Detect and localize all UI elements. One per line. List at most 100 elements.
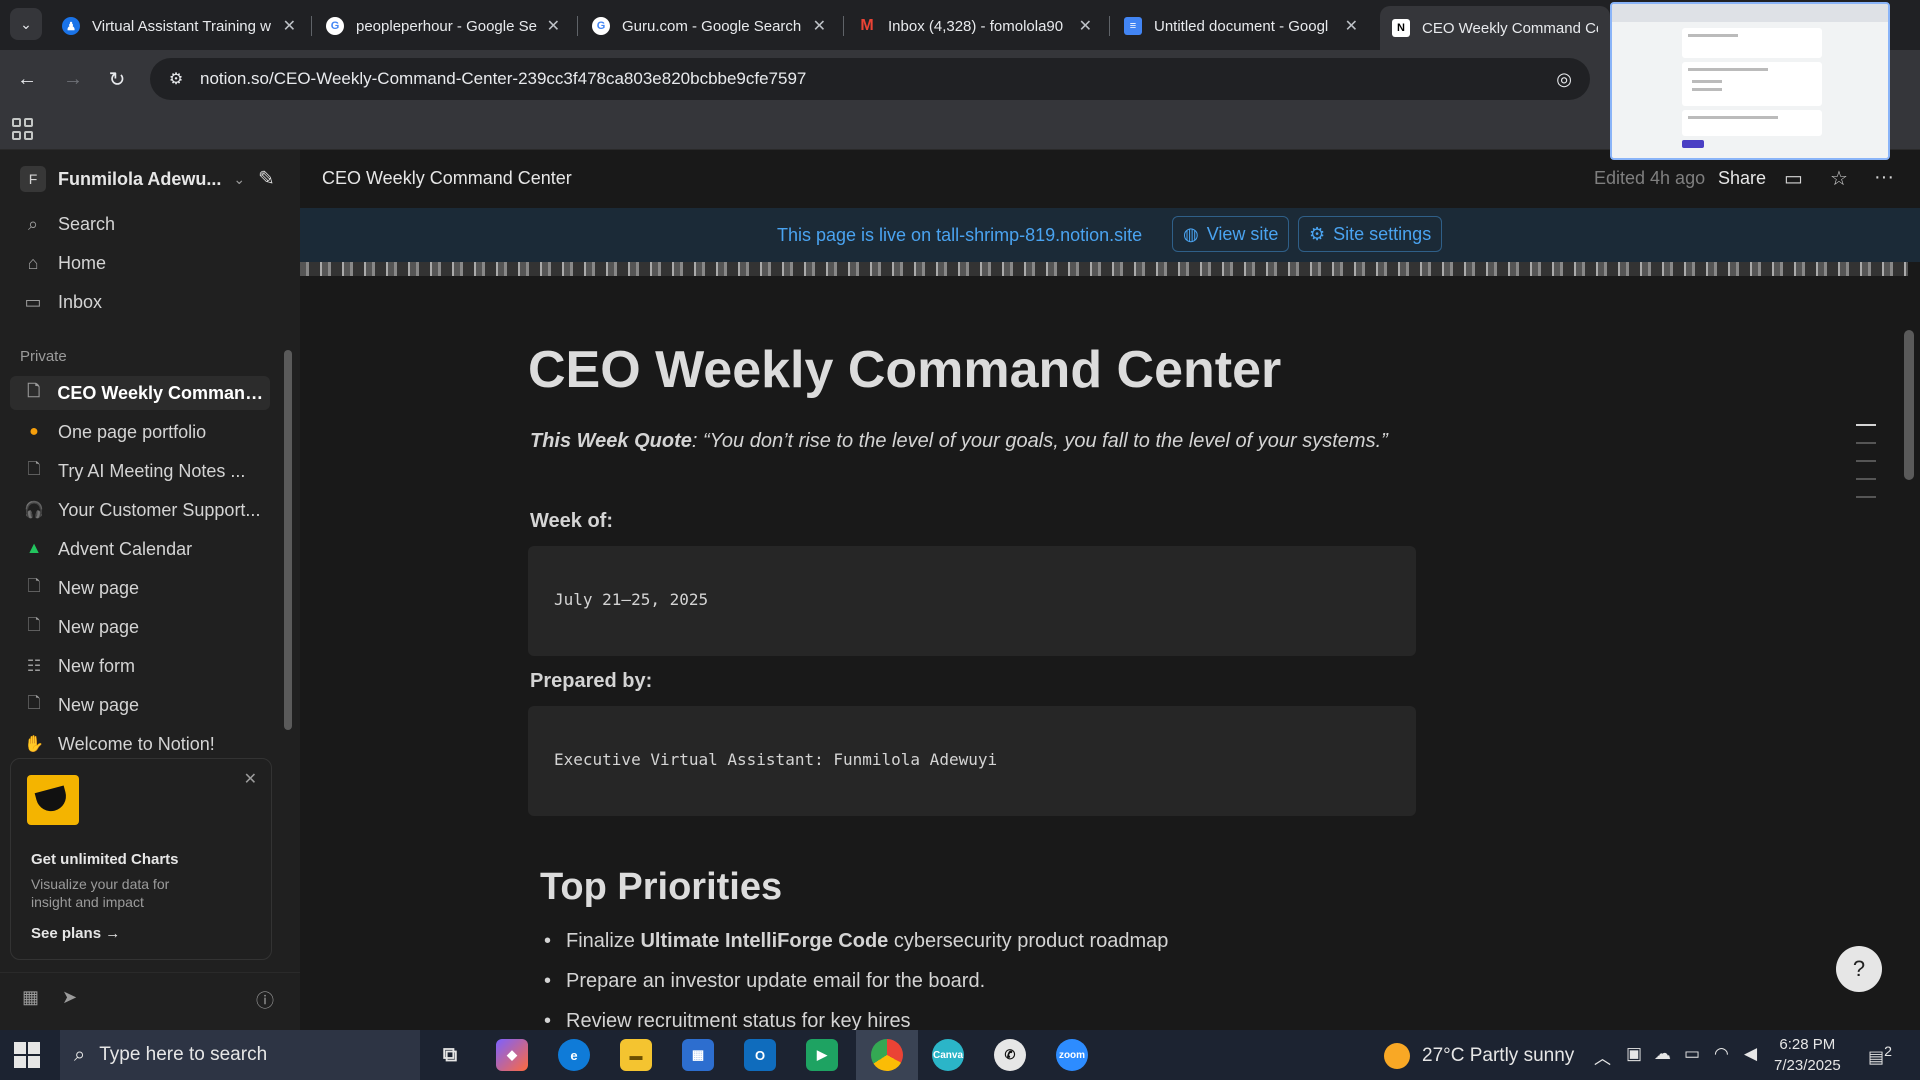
week-code-block[interactable]: July 21–25, 2025 — [528, 546, 1416, 656]
workspace-switcher[interactable]: F Funmilola Adewu... ⌄ — [20, 166, 245, 192]
inbox-icon: ▭ — [24, 292, 42, 312]
taskbar-search[interactable]: ⌕ Type here to search — [60, 1030, 420, 1080]
see-plans-link[interactable]: See plans → — [31, 925, 120, 942]
browser-tab[interactable]: ♟ Virtual Assistant Training w ✕ — [50, 6, 308, 46]
view-site-button[interactable]: ◍ View site — [1172, 216, 1290, 252]
weather-widget[interactable]: 27°C Partly sunny — [1384, 1043, 1574, 1069]
battery-icon[interactable]: ▭ — [1684, 1044, 1700, 1064]
table-of-contents-indicator[interactable] — [1856, 424, 1876, 514]
page-icon: 🗋 — [27, 382, 41, 400]
comment-icon[interactable]: ▭ — [1784, 166, 1803, 191]
prepared-by-label[interactable]: Prepared by: — [530, 670, 652, 693]
search-icon: ⌕ — [27, 214, 39, 234]
promo-description: Visualize your data for insight and impa… — [31, 876, 170, 910]
copilot-icon[interactable]: ◆ — [496, 1039, 528, 1071]
eye-off-icon[interactable]: ◎ — [1556, 69, 1572, 90]
breadcrumb[interactable]: CEO Weekly Command Center — [322, 168, 572, 189]
browser-tab-active[interactable]: N CEO Weekly Command Ce — [1380, 6, 1610, 50]
sidebar-item-home[interactable]: ⌂ Home — [20, 253, 106, 274]
sidebar-page[interactable]: 🗋 Try AI Meeting Notes ... — [10, 454, 270, 488]
close-tab-icon[interactable]: ✕ — [1079, 16, 1092, 36]
va-icon: ♟ — [62, 17, 80, 35]
wifi-icon[interactable]: ◠ — [1714, 1044, 1729, 1064]
share-button[interactable]: Share — [1718, 168, 1766, 189]
system-clock[interactable]: 6:28 PM 7/23/2025 — [1774, 1034, 1841, 1076]
top-priorities-heading[interactable]: Top Priorities — [540, 866, 782, 909]
weekly-quote[interactable]: This Week Quote: “You don’t rise to the … — [530, 430, 1388, 453]
google-icon: G — [592, 17, 610, 35]
meet-icon[interactable]: ▶ — [806, 1039, 838, 1071]
onedrive-icon[interactable]: ☁ — [1654, 1044, 1671, 1064]
send-icon[interactable]: ➤ — [62, 987, 77, 1008]
sidebar-page[interactable]: 🗋 New page — [10, 688, 270, 722]
browser-tab[interactable]: G Guru.com - Google Search ✕ — [580, 6, 838, 46]
close-tab-icon[interactable]: ✕ — [1345, 16, 1358, 36]
sidebar-page[interactable]: ▲ Advent Calendar — [10, 532, 270, 566]
week-label[interactable]: Week of: — [530, 510, 613, 533]
more-options-icon[interactable]: ··· — [1874, 166, 1894, 189]
reload-icon[interactable]: ↻ — [100, 62, 134, 96]
live-site-text: This page is live on tall-shrimp-819.not… — [777, 225, 1143, 245]
sidebar-page[interactable]: 🗋 CEO Weekly Command ... — [10, 376, 270, 410]
list-item[interactable]: Prepare an investor update email for the… — [544, 970, 1168, 1010]
promo-heading: Get unlimited Charts — [31, 851, 179, 868]
zoom-icon[interactable]: zoom — [1056, 1039, 1088, 1071]
store-icon[interactable]: ▦ — [682, 1039, 714, 1071]
browser-tab[interactable]: ≡ Untitled document - Googl ✕ — [1112, 6, 1370, 46]
chrome-taskbar-button[interactable] — [856, 1030, 918, 1080]
sidebar-item-inbox[interactable]: ▭ Inbox — [20, 292, 102, 313]
forward-icon[interactable]: → — [56, 62, 90, 96]
notion-sidebar: F Funmilola Adewu... ⌄ ✎ ⌕ Search ⌂ Home… — [0, 150, 300, 1030]
charts-illustration — [27, 775, 79, 825]
notion-ai-button[interactable]: ? — [1836, 946, 1882, 992]
partly-sunny-icon — [1384, 1043, 1410, 1069]
tab-preview-thumbnail — [1610, 2, 1890, 160]
outlook-icon[interactable]: O — [744, 1039, 776, 1071]
page-title[interactable]: CEO Weekly Command Center — [528, 340, 1281, 400]
volume-icon[interactable]: ◀ — [1744, 1044, 1757, 1064]
site-settings-button[interactable]: ⚙ Site settings — [1298, 216, 1443, 252]
chevron-up-icon[interactable]: ︿ — [1594, 1044, 1611, 1069]
meet-now-icon[interactable]: ▣ — [1626, 1044, 1642, 1064]
sidebar-scrollbar[interactable] — [284, 350, 292, 730]
calendar-icon[interactable]: ▦ — [22, 987, 39, 1008]
tab-search-button[interactable]: ⌄ — [10, 8, 42, 40]
apps-grid-icon[interactable] — [12, 118, 34, 140]
upgrade-promo-card: ✕ Get unlimited Charts Visualize your da… — [10, 758, 272, 960]
sidebar-page[interactable]: ● One page portfolio — [10, 415, 270, 449]
help-icon[interactable]: ⓘ — [256, 987, 274, 1013]
list-item[interactable]: Finalize Ultimate IntelliForge Code cybe… — [544, 930, 1168, 970]
notifications-icon[interactable]: ▤2 — [1868, 1044, 1892, 1068]
canva-icon[interactable]: Canva — [932, 1039, 964, 1071]
sidebar-page[interactable]: ☷ New form — [10, 649, 270, 683]
main-scrollbar[interactable] — [1904, 330, 1914, 480]
sidebar-page[interactable]: 🎧 Your Customer Support... — [10, 493, 270, 527]
edited-timestamp: Edited 4h ago — [1594, 168, 1706, 188]
close-tab-icon[interactable]: ✕ — [813, 16, 826, 36]
browser-tab[interactable]: G peopleperhour - Google Se ✕ — [314, 6, 572, 46]
back-icon[interactable]: ← — [10, 62, 44, 96]
new-page-icon[interactable]: ✎ — [258, 166, 275, 191]
windows-start-icon[interactable] — [14, 1042, 40, 1068]
sidebar-page[interactable]: ✋ Welcome to Notion! — [10, 727, 270, 761]
site-info-icon[interactable]: ⚙ — [156, 69, 196, 89]
page-cover-image[interactable] — [300, 262, 1908, 276]
section-label-private[interactable]: Private — [20, 348, 67, 365]
task-view-icon[interactable]: ⧉ — [434, 1039, 466, 1071]
prepared-by-code-block[interactable]: Executive Virtual Assistant: Funmilola A… — [528, 706, 1416, 816]
whatsapp-icon[interactable]: ✆ — [994, 1039, 1026, 1071]
close-tab-icon[interactable]: ✕ — [283, 16, 296, 36]
sidebar-page[interactable]: 🗋 New page — [10, 610, 270, 644]
sidebar-page[interactable]: 🗋 New page — [10, 571, 270, 605]
gear-icon: ⚙ — [1309, 223, 1326, 244]
portfolio-icon: ● — [29, 423, 39, 440]
close-icon[interactable]: ✕ — [244, 769, 257, 789]
arrow-right-icon: → — [105, 925, 121, 942]
address-bar[interactable]: ⚙ notion.so/CEO-Weekly-Command-Center-23… — [150, 58, 1590, 100]
browser-tab[interactable]: M Inbox (4,328) - fomolola90 ✕ — [846, 6, 1104, 46]
sidebar-item-search[interactable]: ⌕ Search — [20, 214, 115, 235]
close-tab-icon[interactable]: ✕ — [547, 16, 560, 36]
file-explorer-icon[interactable]: ▬ — [620, 1039, 652, 1071]
edge-icon[interactable]: e — [558, 1039, 590, 1071]
star-icon[interactable]: ☆ — [1830, 166, 1848, 191]
